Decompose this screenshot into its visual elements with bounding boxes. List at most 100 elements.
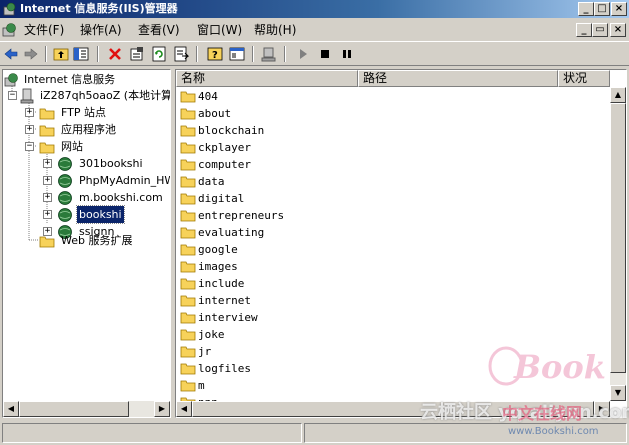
show-tree-icon[interactable]: [72, 45, 90, 63]
folder-icon: [180, 91, 196, 103]
list-vscroll-thumb[interactable]: [610, 103, 626, 373]
menu-file[interactable]: 文件(F): [24, 22, 64, 38]
folder-icon: [180, 312, 196, 324]
list-item-name: jr: [198, 345, 212, 358]
list-scroll-up-button[interactable]: ▲: [610, 87, 626, 103]
folder-icon: [180, 380, 196, 392]
mdi-restore-button[interactable]: ▭: [592, 23, 608, 37]
iis-app-icon: [3, 2, 16, 16]
column-header-name[interactable]: 名称: [176, 70, 358, 87]
list-item-name: include: [198, 277, 245, 290]
list-item-name: entrepreneurs: [198, 209, 285, 222]
list-item-name: logfiles: [198, 362, 251, 375]
iis-root-icon: [4, 73, 18, 87]
toolbar-separator: [284, 46, 286, 62]
pause-icon[interactable]: [338, 45, 356, 63]
menu-help[interactable]: 帮助(H): [254, 22, 296, 38]
tree-item-ftp[interactable]: FTP 站点: [3, 104, 170, 121]
tree-label-apppools: 应用程序池: [61, 123, 116, 136]
folder-icon: [180, 244, 196, 256]
tree-label-site: PhpMyAdmin_HWS: [79, 174, 170, 187]
tree-scroll-left-button[interactable]: ◀: [3, 401, 19, 417]
tree-item-websites[interactable]: 网站: [3, 138, 170, 155]
up-folder-icon[interactable]: [52, 45, 70, 63]
tree-item-site[interactable]: m.bookshi.com: [3, 189, 170, 206]
help-icon[interactable]: ?: [206, 45, 224, 63]
svg-text:?: ?: [212, 50, 218, 61]
folder-icon: [180, 363, 196, 375]
tree-hscroll-thumb[interactable]: [19, 401, 129, 417]
folder-icon: [180, 193, 196, 205]
list-item-name: data: [198, 175, 225, 188]
back-arrow-icon[interactable]: [2, 45, 20, 63]
list-item-name: 404: [198, 90, 218, 103]
properties-icon[interactable]: [128, 45, 146, 63]
column-header-status[interactable]: 状况: [558, 70, 610, 87]
forward-arrow-icon[interactable]: [22, 45, 40, 63]
list-item-name: joke: [198, 328, 225, 341]
console-icon[interactable]: [228, 45, 246, 63]
list-item-name: about: [198, 107, 232, 120]
maximize-button[interactable]: □: [594, 2, 610, 16]
tree-label-site: 301bookshi: [79, 157, 143, 170]
tree-item-site-selected[interactable]: bookshi: [3, 205, 170, 224]
bookshi-watermark-logo: Book: [488, 346, 606, 386]
folder-icon: [180, 142, 196, 154]
folder-icon: [180, 295, 196, 307]
list-item-name: google: [198, 243, 238, 256]
column-header-path[interactable]: 路径: [358, 70, 558, 87]
tree-scroll-right-button[interactable]: ▶: [154, 401, 170, 417]
tree-item-server[interactable]: iZ287qh5oaoZ (本地计算机): [3, 87, 170, 104]
tree-item-site[interactable]: PhpMyAdmin_HWS: [3, 172, 170, 189]
menu-view[interactable]: 查看(V): [138, 22, 180, 38]
globe-icon: [58, 157, 72, 171]
tree-label-webext: Web 服务扩展: [61, 234, 133, 247]
stop-icon[interactable]: [316, 45, 334, 63]
column-header-row: 名称 路径 状况: [176, 70, 626, 87]
list-item-name: blockchain: [198, 124, 265, 137]
tree-item-root[interactable]: Internet 信息服务: [3, 71, 170, 88]
folder-icon: [180, 210, 196, 222]
title-bar[interactable]: Internet 信息服务(IIS)管理器 _ □ ×: [0, 0, 629, 18]
tree-item-apppools[interactable]: 应用程序池: [3, 121, 170, 138]
toolbar-separator: [252, 46, 254, 62]
tree-label-root: Internet 信息服务: [24, 73, 116, 86]
list-item-name: images: [198, 260, 238, 273]
tree-item-webext[interactable]: Web 服务扩展: [3, 232, 170, 249]
toolbar: ?: [0, 41, 629, 66]
folder-icon: [39, 236, 55, 248]
folder-icon: [180, 278, 196, 290]
export-icon[interactable]: [172, 45, 190, 63]
list-scroll-left-button[interactable]: ◀: [176, 401, 192, 417]
tree-label-site-selected: bookshi: [76, 205, 125, 224]
folder-icon: [39, 108, 55, 120]
server-icon[interactable]: [260, 45, 278, 63]
delete-icon[interactable]: [106, 45, 124, 63]
close-button[interactable]: ×: [611, 2, 627, 16]
play-icon[interactable]: [294, 45, 312, 63]
window-title: Internet 信息服务(IIS)管理器: [20, 2, 178, 15]
list-item-name: evaluating: [198, 226, 265, 239]
folder-open-icon: [39, 142, 55, 154]
folder-icon: [180, 261, 196, 273]
tree-item-site[interactable]: 301bookshi: [3, 155, 170, 172]
menu-window[interactable]: 窗口(W): [197, 22, 242, 38]
status-cell: [2, 423, 302, 443]
mdi-close-button[interactable]: ×: [610, 23, 626, 37]
minimize-button[interactable]: _: [578, 2, 594, 16]
menu-action[interactable]: 操作(A): [80, 22, 122, 38]
folder-icon: [180, 108, 196, 120]
iis-manager-window: Internet 信息服务(IIS)管理器 _ □ × 文件(F) 操作(A) …: [0, 0, 629, 445]
list-item-name: m: [198, 379, 205, 392]
globe-icon: [58, 191, 72, 205]
console-menu-icon[interactable]: [2, 22, 18, 38]
refresh-icon[interactable]: [150, 45, 168, 63]
folder-icon: [180, 125, 196, 137]
list-item-name: ckplayer: [198, 141, 251, 154]
list-item-name: digital: [198, 192, 245, 205]
toolbar-separator: [45, 46, 47, 62]
tree-label-site: m.bookshi.com: [79, 191, 163, 204]
folder-icon: [180, 227, 196, 239]
mdi-minimize-button[interactable]: _: [576, 23, 592, 37]
tree-pane[interactable]: Internet 信息服务 − iZ287qh5oaoZ (本地计算机) + F…: [2, 69, 171, 418]
